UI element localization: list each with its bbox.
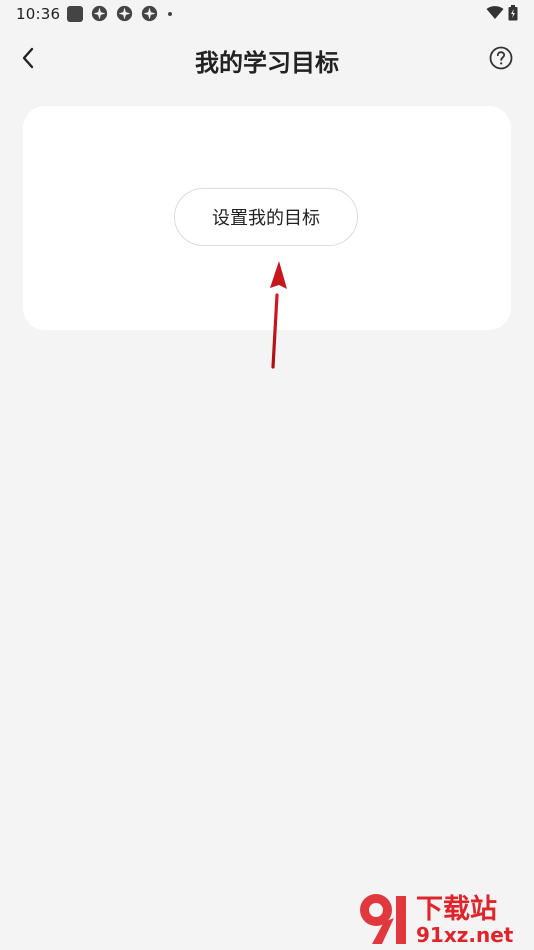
battery-icon xyxy=(508,5,518,21)
status-bar: 10:36 xyxy=(0,0,534,28)
notification-dot-icon xyxy=(168,11,172,16)
watermark-text-top: 下载站 xyxy=(416,894,497,925)
site-watermark-logo: 下载站 91xz.net xyxy=(360,894,514,946)
app-flower-icon xyxy=(141,5,158,22)
annotation-arrow-icon xyxy=(270,261,287,369)
status-icons-left xyxy=(67,5,172,22)
help-circle-icon[interactable] xyxy=(488,45,514,71)
wifi-icon xyxy=(486,6,504,20)
app-flower-icon xyxy=(116,5,133,22)
app-square-icon xyxy=(67,5,83,22)
app-flower-icon xyxy=(91,5,108,22)
page-title: 我的学习目标 xyxy=(195,49,339,77)
header: 我的学习目标 xyxy=(0,28,534,88)
status-icons-right xyxy=(486,5,518,21)
status-time: 10:36 xyxy=(16,5,61,23)
watermark-text-bottom: 91xz.net xyxy=(416,923,514,946)
set-goal-button[interactable]: 设置我的目标 xyxy=(174,188,358,246)
